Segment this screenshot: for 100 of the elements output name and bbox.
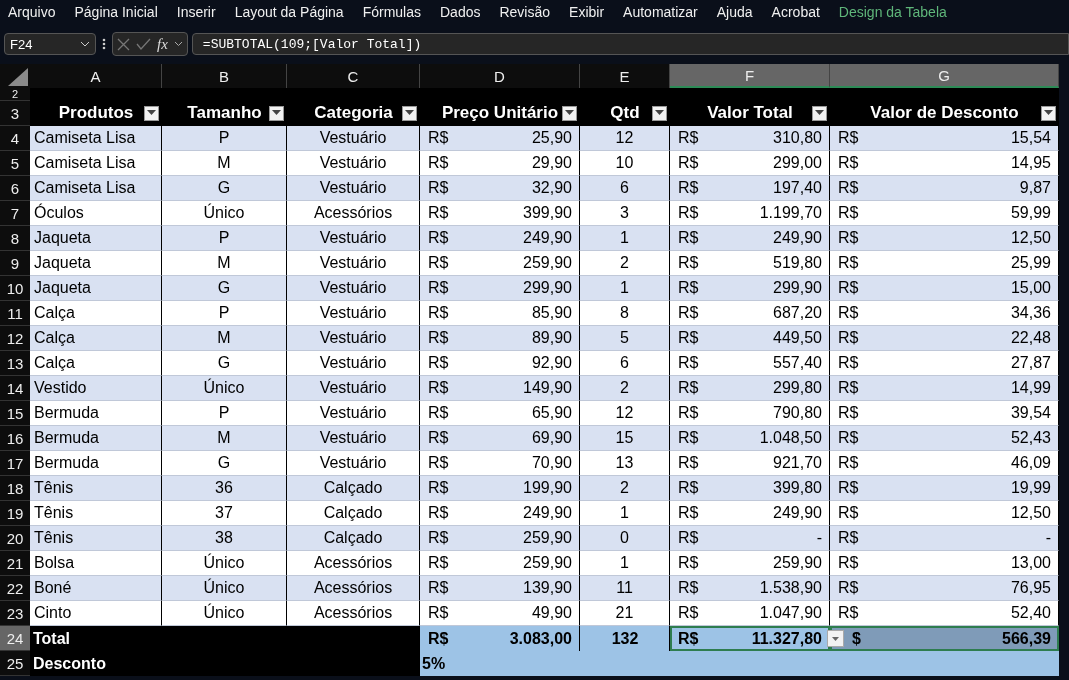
row-header[interactable]: 3: [0, 101, 30, 126]
row-header[interactable]: 10: [0, 276, 30, 301]
table-cell: Acessórios: [287, 601, 420, 626]
currency-symbol: R$: [838, 454, 859, 472]
menu-tab[interactable]: Inserir: [176, 4, 216, 20]
menu-tab[interactable]: Layout da Página: [234, 4, 344, 20]
select-all-icon[interactable]: [8, 68, 28, 86]
table-cell: G: [162, 451, 287, 476]
table-cell: G: [162, 176, 287, 201]
row-header[interactable]: 8: [0, 226, 30, 251]
menu-tab[interactable]: Arquivo: [8, 4, 56, 20]
row-header[interactable]: 23: [0, 601, 30, 626]
column-header[interactable]: B: [162, 64, 287, 88]
currency-symbol: R$: [838, 604, 859, 622]
menu-tab[interactable]: Acrobat: [771, 4, 820, 20]
table-cell: Tênis: [30, 501, 162, 526]
column-header[interactable]: C: [287, 64, 420, 88]
table-cell: Jaqueta: [30, 251, 162, 276]
menu-tab[interactable]: Revisão: [499, 4, 551, 20]
cell-value: 12,50: [1010, 504, 1051, 522]
row-header[interactable]: 7: [0, 201, 30, 226]
row-header[interactable]: 15: [0, 401, 30, 426]
filter-dropdown-button[interactable]: [269, 105, 284, 121]
cell-value: 12,50: [1010, 229, 1051, 247]
check-icon[interactable]: [136, 38, 151, 50]
row-header[interactable]: 11: [0, 301, 30, 326]
menu-tab[interactable]: Design da Tabela: [838, 4, 947, 20]
row-header[interactable]: 20: [0, 526, 30, 551]
column-header[interactable]: A: [30, 64, 162, 88]
row-header[interactable]: 13: [0, 351, 30, 376]
column-header[interactable]: F: [670, 64, 830, 88]
menu-tab[interactable]: Exibir: [569, 4, 605, 20]
row-header[interactable]: 16: [0, 426, 30, 451]
filter-dropdown-button[interactable]: [812, 105, 827, 121]
currency-symbol: R$: [838, 379, 859, 397]
row-header[interactable]: 4: [0, 126, 30, 151]
currency-symbol: R$: [678, 554, 699, 572]
dropdown-button[interactable]: [827, 630, 844, 647]
table-cell: M: [162, 151, 287, 176]
menu-tab[interactable]: Automatizar: [623, 4, 698, 20]
cell-value: 9,87: [1019, 179, 1051, 197]
column-header[interactable]: D: [420, 64, 580, 88]
column-title: Valor de Desconto: [870, 103, 1019, 123]
cell-value: 449,50: [773, 329, 822, 347]
currency-symbol: R$: [838, 404, 859, 422]
column-header[interactable]: E: [580, 64, 670, 88]
menu-tab[interactable]: Dados: [440, 4, 481, 20]
table-cell: Calçado: [287, 526, 420, 551]
filter-dropdown-button[interactable]: [402, 105, 417, 121]
name-box[interactable]: F24: [4, 33, 96, 55]
menu-tab[interactable]: Ajuda: [716, 4, 753, 20]
row-header[interactable]: 2: [0, 88, 30, 101]
row-header[interactable]: 22: [0, 576, 30, 601]
currency-symbol: R$: [838, 529, 859, 547]
filter-dropdown-button[interactable]: [144, 105, 159, 121]
row-header[interactable]: 24: [0, 626, 30, 651]
cell-value: 519,80: [773, 254, 822, 272]
row-header[interactable]: 25: [0, 651, 30, 676]
caret-icon: [565, 110, 574, 116]
cell-value: 249,90: [773, 229, 822, 247]
cell-value: 790,80: [773, 404, 822, 422]
currency-symbol: R$: [428, 179, 449, 197]
row-header[interactable]: 21: [0, 551, 30, 576]
cell-value: 49,90: [531, 604, 572, 622]
currency-symbol: R$: [678, 529, 699, 547]
currency-symbol: R$: [428, 479, 449, 497]
row-header[interactable]: 14: [0, 376, 30, 401]
menu-tab[interactable]: Fórmulas: [362, 4, 421, 20]
currency-symbol: R$: [678, 304, 699, 322]
cell-value: 259,90: [523, 254, 572, 272]
cell-value: 687,20: [773, 304, 822, 322]
formula-field[interactable]: =SUBTOTAL(109;[Valor Total]): [191, 33, 1069, 55]
table-cell: 15: [580, 426, 670, 451]
row-header[interactable]: 12: [0, 326, 30, 351]
row-header[interactable]: 19: [0, 501, 30, 526]
cell-value: 92,90: [531, 354, 572, 372]
row-header[interactable]: 18: [0, 476, 30, 501]
filter-dropdown-button[interactable]: [1041, 105, 1056, 121]
row-header[interactable]: 6: [0, 176, 30, 201]
filter-dropdown-button[interactable]: [562, 105, 577, 121]
currency-symbol: R$: [838, 129, 859, 147]
insert-function-button[interactable]: fx: [157, 35, 168, 53]
cell-value: 59,99: [1010, 204, 1051, 222]
row-header[interactable]: 5: [0, 151, 30, 176]
currency-symbol: R$: [678, 254, 699, 272]
row-header[interactable]: 17: [0, 451, 30, 476]
column-header[interactable]: G: [830, 64, 1059, 88]
chevron-down-icon[interactable]: [173, 41, 183, 47]
filter-dropdown-button[interactable]: [652, 105, 667, 121]
table-cell: 1: [580, 551, 670, 576]
table-cell: 38: [162, 526, 287, 551]
row-header[interactable]: 9: [0, 251, 30, 276]
column-title: Valor Total: [707, 103, 793, 123]
table-cell: Bolsa: [30, 551, 162, 576]
menu-tab[interactable]: Página Inicial: [74, 4, 158, 20]
currency-symbol: R$: [678, 579, 699, 597]
caret-icon: [272, 110, 281, 116]
currency-symbol: R$: [838, 354, 859, 372]
cancel-icon[interactable]: [117, 37, 130, 51]
more-options-icon[interactable]: [100, 37, 108, 51]
